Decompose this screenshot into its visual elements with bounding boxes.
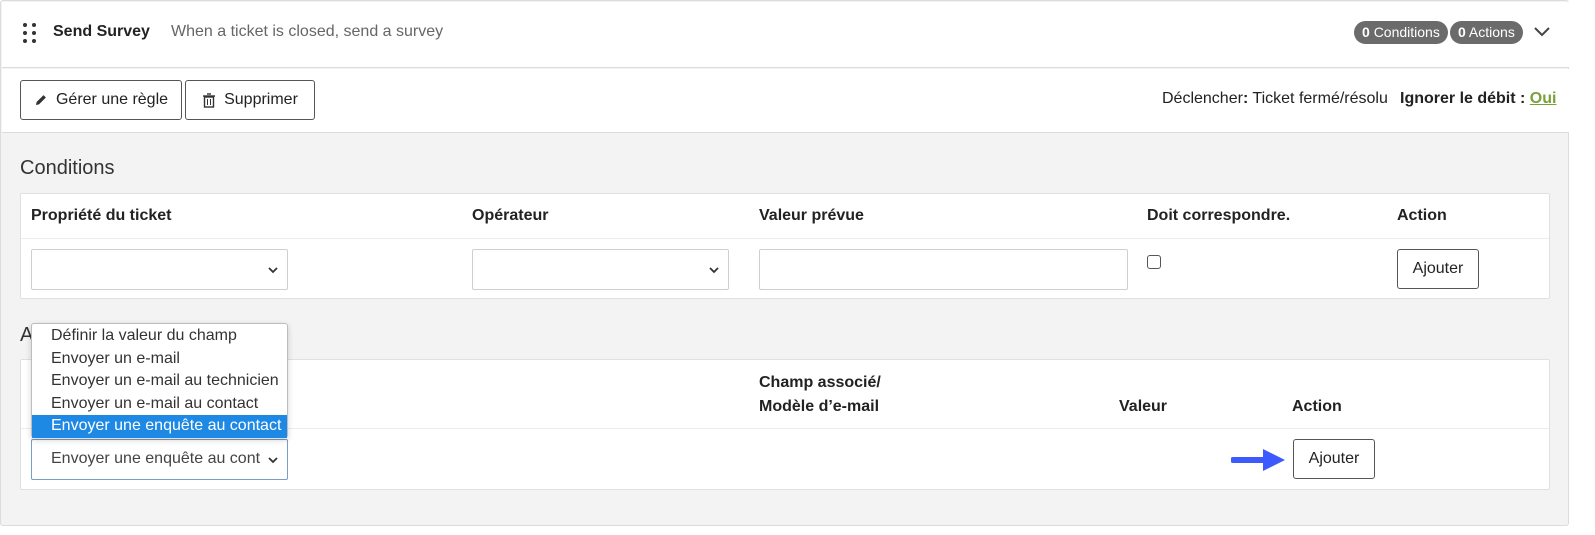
delete-label: Supprimer xyxy=(224,91,298,108)
conditions-count-badge: 0 Conditions xyxy=(1354,21,1448,44)
ignore-throttle-toggle[interactable]: Oui xyxy=(1530,90,1557,107)
trash-icon xyxy=(203,92,216,108)
must-match-checkbox[interactable] xyxy=(1147,255,1161,269)
expected-value-input[interactable] xyxy=(759,249,1128,290)
arrow-right-icon xyxy=(1231,449,1285,471)
option-send-email-contact[interactable]: Envoyer un e-mail au contact xyxy=(32,393,287,416)
trigger-info: Déclencher: Ticket fermé/résolu xyxy=(1162,90,1388,107)
option-send-email-technician[interactable]: Envoyer un e-mail au technicien xyxy=(32,370,287,393)
drag-handle-icon[interactable] xyxy=(23,23,37,43)
action-type-select[interactable]: Envoyer une enquête au cont xyxy=(31,439,288,480)
add-condition-button[interactable]: Ajouter xyxy=(1397,249,1479,289)
col-expected-value: Valeur prévue xyxy=(759,207,864,224)
col-action: Action xyxy=(1397,207,1447,224)
col-must-match: Doit correspondre. xyxy=(1147,207,1291,224)
col-action: Action xyxy=(1292,398,1342,415)
ignore-throttle-info: Ignorer le débit : Oui xyxy=(1400,90,1557,107)
col-ticket-property: Propriété du ticket xyxy=(31,207,172,224)
actions-count-badge: 0 Actions xyxy=(1450,21,1523,44)
rule-header[interactable]: Send Survey When a ticket is closed, sen… xyxy=(2,2,1569,68)
rule-description: When a ticket is closed, send a survey xyxy=(171,23,444,40)
chevron-down-icon xyxy=(268,457,278,464)
pencil-icon xyxy=(35,95,46,105)
operator-select[interactable] xyxy=(472,249,729,290)
col-operator: Opérateur xyxy=(472,207,549,224)
conditions-table: Propriété du ticket Opérateur Valeur pré… xyxy=(20,193,1550,299)
rule-card: Send Survey When a ticket is closed, sen… xyxy=(0,0,1569,526)
option-send-email[interactable]: Envoyer un e-mail xyxy=(32,348,287,371)
conditions-title: Conditions xyxy=(20,157,115,179)
divider xyxy=(21,238,1549,239)
col-value: Valeur xyxy=(1119,398,1168,415)
rule-title: Send Survey xyxy=(53,23,150,40)
manage-rule-button[interactable]: Gérer une règle xyxy=(20,80,182,120)
delete-button[interactable]: Supprimer xyxy=(185,80,315,120)
option-set-field-value[interactable]: Définir la valeur du champ xyxy=(32,325,287,348)
col-field-template-line2: Modèle d’e-mail xyxy=(759,398,880,415)
chevron-down-icon xyxy=(709,267,719,274)
manage-rule-label: Gérer une règle xyxy=(55,91,169,108)
chevron-down-icon[interactable] xyxy=(1532,23,1552,39)
add-action-button[interactable]: Ajouter xyxy=(1293,439,1375,479)
action-type-dropdown[interactable]: Définir la valeur du champ Envoyer un e-… xyxy=(31,323,288,438)
rule-toolbar: Gérer une règle Supprimer Déclencher: Ti… xyxy=(2,69,1569,133)
ticket-property-select[interactable] xyxy=(31,249,288,290)
chevron-down-icon xyxy=(268,267,278,274)
col-field-template-line1: Champ associé/ xyxy=(759,374,881,391)
option-send-survey-contact[interactable]: Envoyer une enquête au contact xyxy=(32,415,287,438)
